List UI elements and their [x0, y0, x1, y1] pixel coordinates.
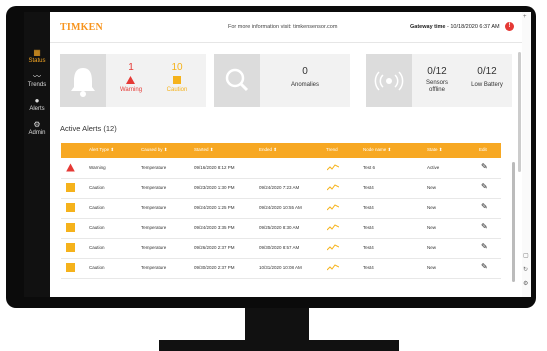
table-row[interactable]: Caution Temperature 09/23/2020 1:30 PM 0… — [61, 178, 501, 199]
warning-label: Warning — [119, 87, 143, 93]
warning-icon — [126, 76, 135, 84]
sensors-offline-label-line1: Sensors — [425, 80, 448, 86]
edit-pencil-icon[interactable]: ✎ — [481, 182, 488, 191]
trend-icon: 〰 — [33, 72, 41, 81]
low-battery-label: Low Battery — [471, 82, 503, 88]
anomalies-label: Anomalies — [290, 82, 319, 88]
caution-icon — [173, 76, 181, 84]
table-row[interactable]: Caution Temperature 09/24/2020 3:35 PM 0… — [61, 218, 501, 239]
table-scrollbar[interactable] — [512, 162, 515, 282]
caution-count: 10 — [171, 62, 183, 73]
notification-icon[interactable]: ! — [505, 22, 514, 31]
sidebar-item-trends[interactable]: 〰 Trends — [24, 72, 50, 96]
table-row[interactable]: Caution Temperature 09/24/2020 1:25 PM 0… — [61, 198, 501, 219]
refresh-icon[interactable]: ↻ — [523, 266, 528, 273]
th-state[interactable]: State ⬍ — [427, 147, 443, 153]
monitor-stand-base — [159, 340, 399, 351]
top-bar: TIMKEN For more information visit: timke… — [50, 12, 522, 43]
sensors-summary-card[interactable]: 0/12 Sensors offline 0/12 Low Battery — [366, 54, 512, 107]
bell-icon — [71, 68, 95, 97]
warning-icon — [66, 163, 75, 172]
settings-icon[interactable]: ⚙ — [523, 280, 528, 287]
trend-line-icon[interactable] — [327, 184, 339, 191]
th-started[interactable]: Started ⬍ — [194, 147, 214, 153]
caution-label: Caution — [166, 87, 188, 93]
edit-pencil-icon[interactable]: ✎ — [481, 222, 488, 231]
table-row[interactable]: Caution Temperature 09/30/2020 2:37 PM 1… — [61, 258, 501, 279]
anomalies-count: 0 — [302, 66, 308, 77]
th-node-name[interactable]: Node name ⬍ — [363, 147, 391, 153]
admin-icon: ⚙ — [33, 120, 41, 129]
th-ended[interactable]: Ended ⬍ — [259, 147, 277, 153]
edit-pencil-icon[interactable]: ✎ — [481, 202, 488, 211]
warning-count: 1 — [128, 62, 134, 73]
active-alerts-title: Active Alerts (12) — [60, 124, 117, 133]
th-alert-type[interactable]: Alert Type ⬍ — [89, 147, 114, 153]
th-trend: Trend — [326, 147, 338, 152]
caution-icon — [66, 263, 75, 272]
trend-line-icon[interactable] — [327, 224, 339, 231]
grid-icon: ▦ — [33, 48, 41, 57]
alert-icon: ● — [34, 96, 40, 105]
search-icon — [225, 68, 249, 92]
edit-pencil-icon[interactable]: ✎ — [481, 162, 488, 171]
trend-line-icon[interactable] — [327, 204, 339, 211]
table-row[interactable]: Caution Temperature 09/26/2020 2:37 PM 0… — [61, 238, 501, 259]
th-edit: Edit — [479, 147, 487, 152]
timken-logo: TIMKEN — [60, 22, 103, 33]
th-caused-by[interactable]: Caused by ⬍ — [141, 147, 168, 153]
page-icon[interactable]: ▢ — [523, 252, 529, 259]
sidebar: ▦ Status 〰 Trends ● Alerts ⚙ Admin — [24, 12, 50, 297]
anomalies-summary-card[interactable]: 0 Anomalies — [214, 54, 350, 107]
sidebar-item-alerts[interactable]: ● Alerts — [24, 96, 50, 120]
trend-line-icon[interactable] — [327, 264, 339, 271]
right-edge-toolbar: + ▢ ↻ ⚙ — [522, 12, 531, 297]
sidebar-item-admin[interactable]: ⚙ Admin — [24, 120, 50, 144]
monitor-screen: ▦ Status 〰 Trends ● Alerts ⚙ Admin TIMKE… — [24, 12, 531, 297]
caution-icon — [66, 203, 75, 212]
search-icon-box — [214, 54, 260, 107]
table-header: Alert Type ⬍ Caused by ⬍ Started ⬍ Ended… — [61, 143, 501, 158]
trend-line-icon[interactable] — [327, 244, 339, 251]
caution-icon — [66, 243, 75, 252]
caution-icon — [66, 223, 75, 232]
plus-icon[interactable]: + — [523, 14, 527, 20]
sensors-offline-label-line2: offline — [429, 87, 445, 93]
signal-icon-box — [366, 54, 412, 107]
sensors-offline-count: 0/12 — [427, 66, 447, 77]
edit-pencil-icon[interactable]: ✎ — [481, 242, 488, 251]
page-scrollbar[interactable] — [518, 52, 521, 172]
signal-icon — [374, 71, 404, 91]
low-battery-count: 0/12 — [477, 66, 497, 77]
monitor-stand-neck — [245, 308, 309, 344]
trend-line-icon[interactable] — [327, 164, 339, 171]
gateway-time: Gateway time - 10/18/2020 6:37 AM — [410, 24, 500, 30]
main-content: TIMKEN For more information visit: timke… — [50, 12, 522, 297]
info-text: For more information visit: timkensensor… — [228, 24, 338, 30]
table-row[interactable]: Warning Temperature 09/16/2020 8:12 PM T… — [61, 158, 501, 179]
sidebar-item-status[interactable]: ▦ Status — [24, 48, 50, 72]
bell-icon-box — [60, 54, 106, 107]
alerts-summary-card[interactable]: 1 Warning 10 Caution — [60, 54, 206, 107]
edit-pencil-icon[interactable]: ✎ — [481, 262, 488, 271]
caution-icon — [66, 183, 75, 192]
